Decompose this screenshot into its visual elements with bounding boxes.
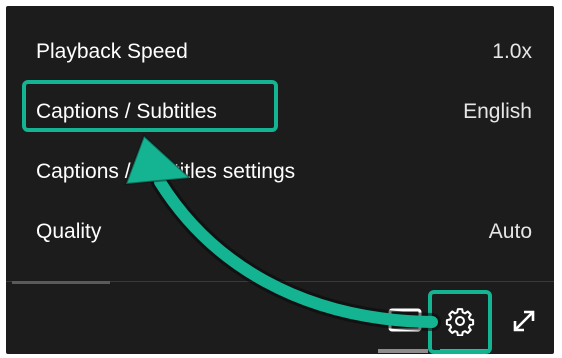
menu-item-captions-settings[interactable]: Captions / Subtitles settings [36,152,532,192]
settings-highlight-box [428,290,492,354]
menu-item-label: Quality [36,220,102,243]
closed-captions-button[interactable] [387,305,423,335]
captions-highlight-box [22,80,278,132]
menu-item-playback-speed[interactable]: Playback Speed 1.0x [36,32,532,72]
progress-bar[interactable] [12,281,110,284]
menu-item-label: Playback Speed [36,40,188,63]
menu-item-quality[interactable]: Quality Auto [36,212,532,252]
menu-item-value: 1.0x [492,40,532,63]
fullscreen-button[interactable] [506,303,542,339]
closed-captions-icon [388,308,422,332]
menu-item-value: English [463,100,532,123]
captions-button-indicator [378,349,428,353]
fullscreen-icon [513,310,535,332]
menu-item-label: Captions / Subtitles settings [36,160,296,183]
menu-item-value: Auto [488,220,532,243]
